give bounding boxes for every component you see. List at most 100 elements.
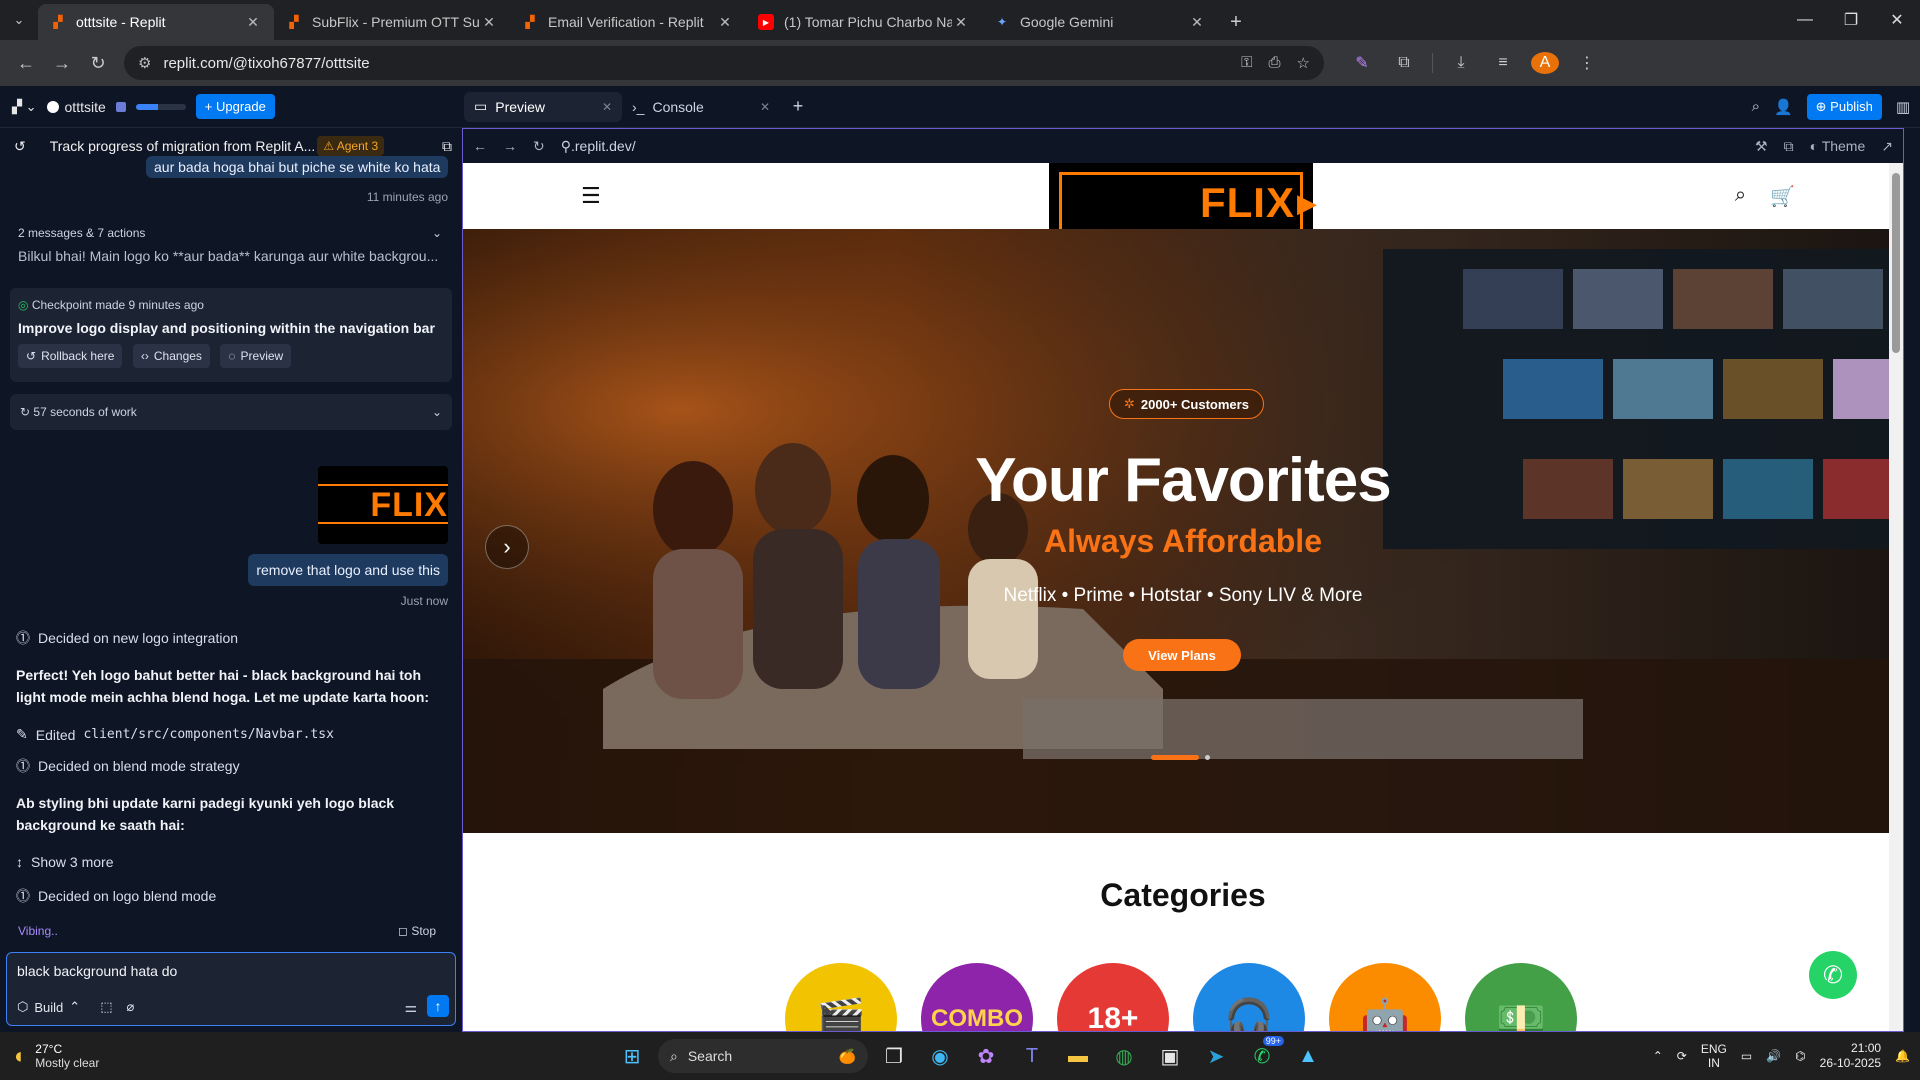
hamburger-menu-icon[interactable]: ☰ xyxy=(581,183,601,209)
close-icon[interactable]: ✕ xyxy=(952,14,970,31)
layout-icon[interactable]: ▥ xyxy=(1896,98,1910,116)
teams-icon[interactable]: T xyxy=(1012,1036,1052,1076)
category-ai[interactable]: 🤖 xyxy=(1329,963,1441,1031)
browser-tab-1[interactable]: ▞ SubFlix - Premium OTT Subscrip ✕ xyxy=(274,4,510,40)
select-element-icon[interactable]: ⬚ xyxy=(100,999,112,1015)
project-name[interactable]: otttsite xyxy=(46,99,106,115)
taskbar-search[interactable]: ⌕ Search 🍊 xyxy=(658,1039,868,1073)
cart-icon[interactable]: 🛒 xyxy=(1770,184,1795,209)
copilot-icon[interactable]: ✿ xyxy=(966,1036,1006,1076)
extension-icon[interactable]: ✎ xyxy=(1348,53,1376,73)
work-duration[interactable]: ↻ 57 seconds of work ⌄ xyxy=(10,394,452,430)
tab-preview[interactable]: ▭ Preview ✕ xyxy=(464,91,622,122)
task-view-icon[interactable]: ❐ xyxy=(874,1036,914,1076)
install-app-icon[interactable]: ⎙ xyxy=(1269,54,1281,72)
tab-console[interactable]: ›_ Console ✕ xyxy=(622,92,780,122)
settings-sliders-icon[interactable]: ⚌ xyxy=(404,999,417,1016)
display-icon[interactable]: ▭ xyxy=(1741,1049,1752,1063)
photos-icon[interactable]: ▲ xyxy=(1288,1036,1328,1076)
reload-icon[interactable]: ↻ xyxy=(80,45,116,81)
new-chat-icon[interactable]: ⧉ xyxy=(442,138,452,155)
devtools-icon[interactable]: ⚒ xyxy=(1755,138,1768,155)
action-item[interactable]: ⓵ Decided on blend mode strategy xyxy=(16,756,240,776)
open-external-icon[interactable]: ↗ xyxy=(1881,138,1893,155)
forward-icon[interactable]: → xyxy=(44,45,80,81)
media-icon[interactable]: ≡ xyxy=(1489,54,1517,72)
replit-menu-icon[interactable]: ▞ ⌄ xyxy=(12,99,37,115)
category-movies[interactable]: 🎬 xyxy=(785,963,897,1031)
clock[interactable]: 21:00 26-10-2025 xyxy=(1820,1041,1881,1071)
language-indicator[interactable]: ENG IN xyxy=(1701,1042,1727,1070)
invite-icon[interactable]: 👤 xyxy=(1774,98,1793,116)
upgrade-button[interactable]: + Upgrade xyxy=(195,94,275,119)
agent-badge[interactable]: ⚠ Agent 3 xyxy=(317,136,385,156)
minimize-icon[interactable]: — xyxy=(1782,0,1828,40)
close-icon[interactable]: ✕ xyxy=(480,14,498,31)
tab-search-icon[interactable]: ⌄ xyxy=(0,0,38,40)
store-icon[interactable]: ▣ xyxy=(1150,1036,1190,1076)
rollback-button[interactable]: ↺ Rollback here xyxy=(18,344,123,368)
category-adult[interactable]: 18+ xyxy=(1057,963,1169,1031)
browser-tab-4[interactable]: ✦ Google Gemini ✕ xyxy=(982,4,1218,40)
stop-button[interactable]: ◻ Stop xyxy=(398,924,436,938)
close-icon[interactable]: ✕ xyxy=(244,14,262,31)
attach-icon[interactable]: ⌀ xyxy=(126,999,134,1015)
windows-start-icon[interactable]: ⊞ xyxy=(612,1036,652,1076)
edge-icon[interactable]: ◉ xyxy=(920,1036,960,1076)
restore-icon[interactable]: ❐ xyxy=(1828,0,1874,40)
bookmark-star-icon[interactable]: ☆ xyxy=(1297,54,1310,72)
close-icon[interactable]: ✕ xyxy=(716,14,734,31)
browser-tab-0[interactable]: ▞ otttsite - Replit ✕ xyxy=(38,4,274,40)
search-icon[interactable]: ⌕ xyxy=(1735,184,1746,209)
back-icon[interactable]: ← xyxy=(473,138,487,154)
category-combo[interactable]: COMBO xyxy=(921,963,1033,1031)
changes-button[interactable]: ‹› Changes xyxy=(132,344,210,368)
action-item[interactable]: ⓵ Decided on logo blend mode xyxy=(16,886,216,906)
preview-url[interactable]: ⚲.replit.dev/ xyxy=(561,138,636,155)
devices-icon[interactable]: ⧉ xyxy=(1784,138,1794,155)
browser-tab-2[interactable]: ▞ Email Verification - Replit ✕ xyxy=(510,4,746,40)
preview-button[interactable]: ◌ Preview xyxy=(220,344,292,368)
password-key-icon[interactable]: ⚿ xyxy=(1241,54,1252,72)
build-mode-button[interactable]: ⬡ Build ⌃ ⬚ ⌀ xyxy=(17,999,134,1015)
back-icon[interactable]: ← xyxy=(8,45,44,81)
weather-widget[interactable]: ◐ 27°C Mostly clear xyxy=(0,1042,300,1070)
edited-file[interactable]: ✎ Edited client/src/components/Navbar.tsx xyxy=(16,726,334,743)
forward-icon[interactable]: → xyxy=(503,138,517,154)
menu-icon[interactable]: ⋮ xyxy=(1573,53,1601,73)
publish-button[interactable]: ⊕ Publish xyxy=(1806,93,1882,120)
puzzle-icon[interactable]: ⧉ xyxy=(1390,54,1418,72)
file-explorer-icon[interactable]: ▬ xyxy=(1058,1036,1098,1076)
action-item[interactable]: ⓵ Decided on new logo integration xyxy=(16,628,238,648)
close-icon[interactable]: ✕ xyxy=(602,100,612,114)
sync-icon[interactable]: ⟳ xyxy=(1677,1049,1687,1063)
category-music[interactable]: 🎧 xyxy=(1193,963,1305,1031)
notifications-icon[interactable]: 🔔 xyxy=(1895,1049,1910,1063)
category-money[interactable]: 💵 xyxy=(1465,963,1577,1031)
network-icon[interactable]: ⌬ xyxy=(1795,1049,1805,1063)
address-bar[interactable]: ⚙ replit.com/@tixoh67877/otttsite ⚿ ⎙ ☆ xyxy=(124,46,1324,80)
carousel-dot-active[interactable] xyxy=(1151,755,1199,760)
avatar[interactable]: A xyxy=(1531,52,1559,74)
view-plans-button[interactable]: View Plans xyxy=(1123,639,1241,671)
telegram-icon[interactable]: ➤ xyxy=(1196,1036,1236,1076)
preview-scrollbar[interactable] xyxy=(1889,163,1903,1031)
reload-icon[interactable]: ↻ xyxy=(533,138,545,155)
chevron-down-icon[interactable]: ⌄ xyxy=(432,405,442,419)
site-info-icon[interactable]: ⚙ xyxy=(138,54,151,72)
show-more-button[interactable]: ↕ Show 3 more xyxy=(16,854,113,870)
add-tab-button[interactable]: + xyxy=(780,92,816,122)
whatsapp-button[interactable]: ✆ xyxy=(1809,951,1857,999)
actions-summary[interactable]: 2 messages & 7 actions ⌄ Bilkul bhai! Ma… xyxy=(18,226,442,264)
carousel-dot[interactable] xyxy=(1205,755,1210,760)
chat-input[interactable]: black background hata do xyxy=(17,963,177,979)
chevron-down-icon[interactable]: ⌄ xyxy=(432,226,442,240)
theme-toggle[interactable]: ◐ Theme xyxy=(1810,138,1866,154)
chrome-icon[interactable]: ◍ xyxy=(1104,1036,1144,1076)
history-icon[interactable]: ↺ xyxy=(14,138,26,155)
search-icon[interactable]: ⌕ xyxy=(1752,98,1760,115)
new-tab-button[interactable]: + xyxy=(1218,4,1254,40)
close-icon[interactable]: ✕ xyxy=(1188,14,1206,31)
volume-icon[interactable]: 🔊 xyxy=(1766,1049,1781,1063)
close-window-icon[interactable]: ✕ xyxy=(1874,0,1920,40)
